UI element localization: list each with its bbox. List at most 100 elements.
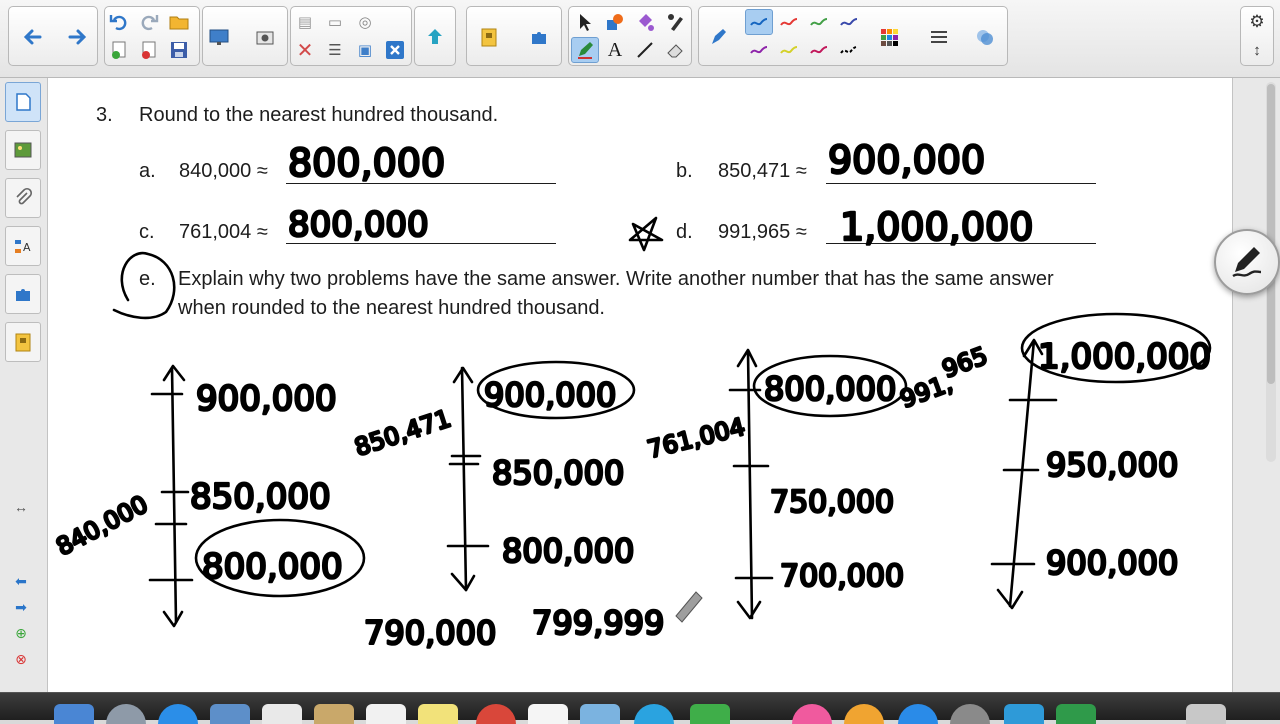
eraser-icon[interactable] bbox=[661, 37, 689, 63]
dock-smart-notebook-icon[interactable] bbox=[1004, 704, 1044, 724]
line3-side-label: 761,004 bbox=[645, 413, 748, 464]
pen-color-5[interactable] bbox=[745, 37, 773, 63]
color-grid-icon[interactable] bbox=[875, 24, 903, 50]
dock-notes-icon[interactable] bbox=[314, 704, 354, 724]
attachments-icon[interactable] bbox=[5, 178, 41, 218]
line4-mid-label: 950,000 bbox=[1046, 446, 1178, 484]
toolbar: ▤ ▭ ◎ ✕ ☰ ▣ A ⚙ ↕ bbox=[0, 0, 1280, 78]
line1-mid-label: 850,000 bbox=[190, 477, 331, 517]
puzzle-icon[interactable] bbox=[525, 24, 553, 50]
svg-text:A: A bbox=[23, 241, 31, 254]
navigation-group bbox=[8, 6, 98, 66]
share-icon[interactable] bbox=[421, 24, 449, 50]
table-icon[interactable]: ☰ bbox=[321, 37, 349, 63]
arrow-right-icon[interactable] bbox=[63, 24, 91, 50]
dock-textedit-icon[interactable] bbox=[528, 704, 568, 724]
pen-color-2[interactable] bbox=[775, 9, 803, 35]
display-group bbox=[202, 6, 288, 66]
screen-display-icon[interactable] bbox=[205, 24, 233, 50]
transparency-icon[interactable] bbox=[971, 24, 999, 50]
sidebar-arrow-right-icon[interactable]: ➡ bbox=[10, 598, 32, 616]
close-box-icon[interactable] bbox=[381, 37, 409, 63]
sidebar-delete-page-icon[interactable]: ⊗ bbox=[10, 650, 32, 668]
line2-below-label-1: 790,000 bbox=[364, 614, 496, 652]
delete-icon[interactable]: ✕ bbox=[291, 37, 319, 63]
magnifier-icon[interactable]: ◎ bbox=[351, 9, 379, 35]
sidebar-resize-icon[interactable]: ↔ bbox=[10, 498, 32, 516]
lesson-activity-icon[interactable] bbox=[475, 24, 503, 50]
ink-star-mark bbox=[628, 216, 664, 252]
dock-itunes-icon[interactable] bbox=[792, 704, 832, 724]
pen-tool-icon[interactable] bbox=[571, 37, 599, 63]
addons-icon[interactable] bbox=[5, 274, 41, 314]
lesson-activity-icon[interactable] bbox=[5, 322, 41, 362]
line4-top-label: 1,000,000 bbox=[1038, 337, 1211, 377]
text-tool-icon[interactable]: A bbox=[601, 37, 629, 63]
dock-mail-icon[interactable] bbox=[210, 704, 250, 724]
line-tool-icon[interactable] bbox=[631, 37, 659, 63]
select-pointer-icon[interactable] bbox=[571, 9, 599, 35]
fill-icon[interactable] bbox=[631, 9, 659, 35]
arrow-left-icon[interactable] bbox=[19, 24, 47, 50]
dock-ibooks-icon[interactable] bbox=[844, 704, 884, 724]
pen-style-group bbox=[698, 6, 1008, 66]
magic-pen-icon[interactable] bbox=[661, 9, 689, 35]
dock-appstore-icon[interactable] bbox=[898, 704, 938, 724]
pen-color-3[interactable] bbox=[805, 9, 833, 35]
screen-capture-icon[interactable] bbox=[251, 24, 279, 50]
sidebar-add-page-icon[interactable]: ⊕ bbox=[10, 624, 32, 642]
dock-facetime-icon[interactable] bbox=[634, 704, 674, 724]
pen-color-1[interactable] bbox=[745, 9, 773, 35]
dock-photos-icon[interactable] bbox=[262, 704, 302, 724]
line1-bottom-label: 800,000 bbox=[202, 547, 343, 587]
dock-trash-icon[interactable] bbox=[1186, 704, 1226, 724]
ink-layer: 800,000 900,000 800,000 1,000,000 900,00… bbox=[50, 137, 1212, 654]
line2-bottom-label: 800,000 bbox=[502, 532, 634, 570]
share-group bbox=[414, 6, 456, 66]
line3-top-label: 800,000 bbox=[764, 370, 896, 408]
shapes-icon[interactable] bbox=[601, 9, 629, 35]
pen-color-4[interactable] bbox=[835, 9, 863, 35]
line1-side-label: 840,000 bbox=[52, 490, 153, 561]
dock-stickies-icon[interactable] bbox=[418, 704, 458, 724]
save-icon[interactable] bbox=[165, 37, 193, 63]
whiteboard-page[interactable]: 3. Round to the nearest hundred thousand… bbox=[48, 78, 1232, 692]
folder-icon[interactable] bbox=[165, 9, 193, 35]
paste-icon[interactable]: ▤ bbox=[291, 9, 319, 35]
scrollbar-thumb[interactable] bbox=[1267, 84, 1275, 384]
line2-below-label-2: 799,999 bbox=[532, 604, 664, 642]
pen-color-8[interactable] bbox=[835, 37, 863, 63]
redo-icon[interactable] bbox=[135, 9, 163, 35]
monitor-icon[interactable]: ▣ bbox=[351, 37, 379, 63]
page-sorter-icon[interactable] bbox=[5, 82, 41, 122]
gallery-icon[interactable] bbox=[5, 130, 41, 170]
dock-preview-icon[interactable] bbox=[580, 704, 620, 724]
line2-side-label: 850,471 bbox=[351, 404, 454, 461]
dock-launchpad-icon[interactable] bbox=[106, 704, 146, 724]
line2-mid-label: 850,000 bbox=[492, 454, 624, 492]
line2-top-label: 900,000 bbox=[484, 376, 616, 414]
dock-safari-icon[interactable] bbox=[158, 704, 198, 724]
pen-color-6[interactable] bbox=[775, 37, 803, 63]
pen-color-7[interactable] bbox=[805, 37, 833, 63]
dock-chrome-icon[interactable] bbox=[476, 704, 516, 724]
screen-shade-icon[interactable]: ▭ bbox=[321, 9, 349, 35]
dock-excel-icon[interactable] bbox=[1056, 704, 1096, 724]
sidebar-arrow-left-icon[interactable]: ⬅ bbox=[10, 572, 32, 590]
pen-icon[interactable] bbox=[705, 24, 733, 50]
gear-icon[interactable]: ⚙ bbox=[1243, 9, 1271, 35]
settings-group: ⚙ ↕ bbox=[1240, 6, 1274, 66]
line3-mid-label: 750,000 bbox=[770, 485, 894, 520]
line4-side-label-b: 965 bbox=[938, 342, 991, 384]
toolbar-position-icon[interactable]: ↕ bbox=[1243, 37, 1271, 63]
delete-page-icon[interactable] bbox=[135, 37, 163, 63]
dock-finder-icon[interactable] bbox=[54, 704, 94, 724]
add-page-icon[interactable] bbox=[105, 37, 133, 63]
dock-calendar-icon[interactable] bbox=[366, 704, 406, 724]
line-style-icon[interactable] bbox=[925, 24, 953, 50]
properties-icon[interactable]: A bbox=[5, 226, 41, 266]
undo-icon[interactable] bbox=[105, 9, 133, 35]
dock-preferences-icon[interactable] bbox=[950, 704, 990, 724]
dock-numbers-icon[interactable] bbox=[690, 704, 730, 724]
floating-pen-icon[interactable] bbox=[1214, 229, 1280, 295]
